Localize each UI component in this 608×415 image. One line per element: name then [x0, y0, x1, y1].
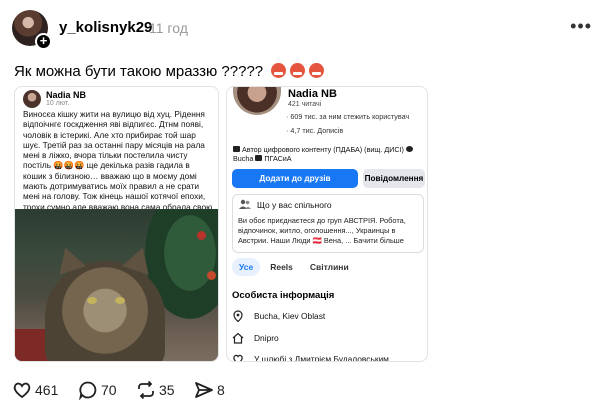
info-row-location-text: Bucha, Kiev Oblast	[254, 311, 326, 321]
cat-ear	[51, 243, 87, 275]
users-icon	[239, 199, 251, 209]
right-card-posts: · 4,7 тис. Дописів	[286, 126, 344, 135]
ornament	[197, 231, 206, 240]
right-card-name: Nadia NB	[288, 88, 337, 100]
comment-count: 70	[101, 382, 117, 398]
heart-icon	[233, 354, 243, 361]
cat-eye	[87, 297, 97, 304]
left-card-text: Виносєа кішку жити на вулицю від хуц. Рі…	[23, 109, 213, 222]
left-card-avatar	[23, 90, 41, 108]
common-text: Ви обоє приєднаєтеся до груп АВСТРІЯ. Ро…	[238, 216, 406, 246]
location-icon	[405, 146, 413, 152]
post-time: 11 год	[149, 20, 188, 36]
angry-face-icon	[271, 63, 287, 78]
share-count: 8	[217, 382, 225, 398]
tab-photos[interactable]: Світлини	[303, 258, 356, 276]
personal-info-title: Особиста інформація	[232, 290, 335, 301]
left-card-meta: 10 лют.	[46, 100, 70, 107]
info-row-relationship-text: У шлюбі з Дмитрієм Будаловським	[254, 354, 389, 362]
add-friend-label: Додати до друзів	[259, 173, 331, 183]
cat	[45, 243, 165, 361]
angry-face-icon	[309, 63, 325, 78]
cat-eye	[115, 297, 125, 304]
caption-text: Як можна бути такою мраззю ?????	[14, 63, 264, 80]
comment-icon	[79, 381, 97, 400]
message-button[interactable]: Повідомлення	[363, 169, 425, 188]
home-icon	[232, 332, 244, 344]
like-count: 461	[35, 382, 59, 398]
info-row-home-text: Dnipro	[254, 333, 279, 343]
right-card-info: Автор цифрового контенту (ПДАБА) (вищ. Д…	[233, 145, 425, 163]
location-pin-icon	[233, 310, 243, 322]
common-title: Що у вас спільного	[257, 200, 332, 210]
common-box: Що у вас спільного Ви обоє приєднаєтеся …	[232, 194, 424, 253]
right-card-avatar	[233, 87, 281, 115]
ornament	[207, 271, 216, 280]
info-role: Автор цифрового контенту (ПДАБА) (вищ. Д…	[242, 145, 404, 154]
add-friend-button[interactable]: Додати до друзів	[232, 169, 358, 188]
info-city: Bucha	[233, 154, 254, 163]
info-org: ПГАСиА	[264, 154, 292, 163]
briefcase-icon	[233, 146, 240, 152]
post-header: + y_kolisnyk29 11 год •••	[12, 10, 596, 50]
message-label: Повідомлення	[364, 174, 424, 183]
post-caption: Як можна бути такою мраззю ?????	[14, 63, 328, 82]
cat-photo	[15, 209, 218, 361]
right-card-followers: 421 читачі	[288, 101, 322, 108]
profile-tabs: Усе Reels Світлини	[232, 257, 359, 276]
caption-emoji-row	[271, 63, 328, 82]
repost-count: 35	[159, 382, 175, 398]
right-card-following: · 609 тис. за ним стежить користувач	[286, 112, 410, 121]
repost-icon	[138, 380, 154, 400]
left-card-name: Nadia NB	[46, 90, 87, 100]
username[interactable]: y_kolisnyk29	[59, 19, 152, 36]
tab-all[interactable]: Усе	[232, 258, 261, 276]
school-icon	[255, 155, 263, 161]
heart-icon	[13, 382, 31, 399]
attachment-image-left[interactable]: Nadia NB 10 лют. Виносєа кішку жити на в…	[14, 86, 219, 362]
follow-plus-icon[interactable]: +	[35, 33, 52, 50]
angry-face-icon	[290, 63, 306, 78]
send-icon	[195, 382, 213, 398]
tab-reels[interactable]: Reels	[263, 258, 300, 276]
attachment-image-right[interactable]: Nadia NB 421 читачі · 609 тис. за ним ст…	[226, 86, 428, 362]
more-options-icon[interactable]: •••	[570, 16, 592, 37]
